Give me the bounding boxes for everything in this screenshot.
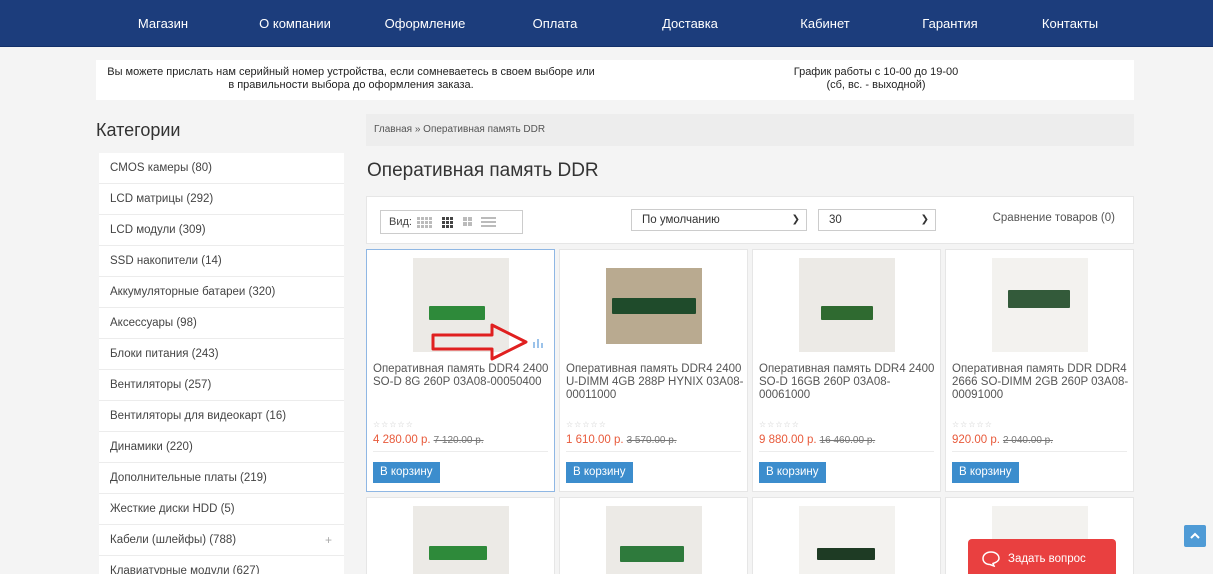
scroll-top-button[interactable]	[1184, 525, 1206, 547]
divider	[566, 451, 741, 452]
add-to-cart-button[interactable]: В корзину	[952, 462, 1019, 483]
categories-title: Категории	[96, 120, 181, 140]
product-toolbar: Вид: По умолчанию ❯ 30 ❯ Сравнение товаров…	[366, 196, 1134, 244]
product-name[interactable]: Оперативная память DDR4 2400 U-DIMM 4GB …	[566, 363, 746, 402]
category-item[interactable]: Дополнительные платы (219)	[99, 463, 344, 494]
product-price: 1 610.00 р. 3 570.00 р.	[566, 434, 677, 446]
product-image[interactable]	[606, 506, 702, 574]
compare-link[interactable]: Сравнение товаров (0)	[993, 212, 1115, 224]
work-hours: График работы с 10-00 до 19-00 (сб, вс. …	[793, 66, 959, 91]
divider	[373, 451, 548, 452]
nav-checkout[interactable]: Оформление	[370, 0, 480, 47]
product-card[interactable]: Оперативная память DDR4 2400 SO-D 16GB 2…	[752, 249, 941, 492]
category-item[interactable]: Аксессуары (98)	[99, 308, 344, 339]
category-item[interactable]: Динамики (220)	[99, 432, 344, 463]
page-title: Оперативная память DDR	[367, 160, 599, 181]
category-item[interactable]: Аккумуляторные батареи (320)	[99, 277, 344, 308]
product-card[interactable]	[752, 497, 941, 574]
nav-payment[interactable]: Оплата	[510, 0, 600, 47]
grid-5-icon[interactable]	[417, 217, 435, 228]
product-image[interactable]	[992, 258, 1088, 352]
product-card[interactable]: Оперативная память DDR4 2400 SO-D 8G 260…	[366, 249, 555, 492]
product-card[interactable]	[559, 497, 748, 574]
category-item[interactable]: Клавиатурные модули (627)	[99, 556, 344, 574]
limit-select[interactable]: 30 ❯	[818, 209, 936, 231]
rating-stars: ☆☆☆☆☆	[952, 420, 993, 429]
nav-contacts[interactable]: Контакты	[1020, 0, 1120, 47]
category-item[interactable]: Вентиляторы (257)	[99, 370, 344, 401]
chevron-up-icon	[1190, 532, 1200, 539]
category-list: CMOS камеры (80) LCD матрицы (292) LCD м…	[99, 153, 344, 574]
product-price: 4 280.00 р. 7 120.00 р.	[373, 434, 484, 446]
sort-select[interactable]: По умолчанию ❯	[631, 209, 807, 231]
view-switcher: Вид:	[380, 210, 523, 234]
product-card[interactable]	[366, 497, 555, 574]
product-image[interactable]	[606, 268, 702, 344]
product-name[interactable]: Оперативная память DDR4 2400 SO-D 16GB 2…	[759, 363, 939, 402]
info-banner: Вы можете прислать нам серийный номер ус…	[96, 60, 1134, 100]
chat-icon	[982, 551, 1000, 567]
product-name[interactable]: Оперативная память DDR DDR4 2666 SO-DIMM…	[952, 363, 1132, 402]
product-card[interactable]: Оперативная память DDR DDR4 2666 SO-DIMM…	[945, 249, 1134, 492]
add-to-cart-button[interactable]: В корзину	[759, 462, 826, 483]
category-item[interactable]: Кабели (шлейфы) (788) +	[99, 525, 344, 556]
category-item[interactable]: Блоки питания (243)	[99, 339, 344, 370]
view-label: Вид:	[389, 216, 412, 228]
list-view-icon[interactable]	[481, 217, 497, 228]
category-item[interactable]: LCD модули (309)	[99, 215, 344, 246]
chevron-down-icon: ❯	[920, 214, 929, 225]
category-item[interactable]: LCD матрицы (292)	[99, 184, 344, 215]
category-item[interactable]: Жесткие диски HDD (5)	[99, 494, 344, 525]
nav-warranty[interactable]: Гарантия	[900, 0, 1000, 47]
top-nav: Магазин О компании Оформление Оплата Дос…	[0, 0, 1213, 47]
product-name[interactable]: Оперативная память DDR4 2400 SO-D 8G 260…	[373, 363, 553, 389]
product-price: 920.00 р. 2 040.00 р.	[952, 434, 1054, 446]
category-item[interactable]: Вентиляторы для видеокарт (16)	[99, 401, 344, 432]
nav-cabinet[interactable]: Кабинет	[780, 0, 870, 47]
ask-question-button[interactable]: Задать вопрос	[968, 539, 1116, 574]
divider	[952, 451, 1127, 452]
annotation-arrow-icon	[431, 323, 528, 361]
grid-3-icon[interactable]	[463, 217, 475, 228]
rating-stars: ☆☆☆☆☆	[566, 420, 607, 429]
compare-icon[interactable]	[533, 338, 545, 348]
category-item[interactable]: CMOS камеры (80)	[99, 153, 344, 184]
product-card[interactable]: Оперативная память DDR4 2400 U-DIMM 4GB …	[559, 249, 748, 492]
chevron-down-icon: ❯	[791, 214, 800, 225]
nav-about[interactable]: О компании	[240, 0, 350, 47]
serial-notice: Вы можете прислать нам серийный номер ус…	[107, 66, 595, 91]
add-to-cart-button[interactable]: В корзину	[373, 462, 440, 483]
breadcrumb[interactable]: Главная » Оперативная память DDR	[366, 114, 1134, 146]
rating-stars: ☆☆☆☆☆	[373, 420, 414, 429]
product-image[interactable]	[413, 506, 509, 574]
product-price: 9 880.00 р. 16 460.00 р.	[759, 434, 876, 446]
expand-icon[interactable]: +	[325, 525, 332, 556]
product-image[interactable]	[799, 506, 895, 574]
nav-delivery[interactable]: Доставка	[640, 0, 740, 47]
grid-4-icon[interactable]	[442, 217, 456, 228]
category-item[interactable]: SSD накопители (14)	[99, 246, 344, 277]
product-image[interactable]	[799, 258, 895, 352]
add-to-cart-button[interactable]: В корзину	[566, 462, 633, 483]
nav-shop[interactable]: Магазин	[118, 0, 208, 47]
divider	[759, 451, 934, 452]
rating-stars: ☆☆☆☆☆	[759, 420, 800, 429]
